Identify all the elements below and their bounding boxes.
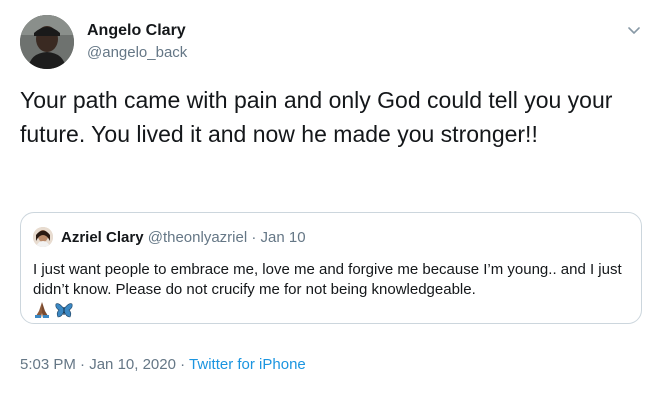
tweet-date[interactable]: Jan 10, 2020 bbox=[89, 356, 176, 373]
praying-hands-icon bbox=[33, 301, 51, 319]
tweet-source-link[interactable]: Twitter for iPhone bbox=[189, 356, 306, 373]
quoted-tweet[interactable]: Azriel Clary @theonlyazriel · Jan 10 I j… bbox=[20, 212, 642, 324]
author-avatar[interactable] bbox=[20, 15, 74, 69]
quoted-author-handle[interactable]: @theonlyazriel bbox=[148, 229, 247, 246]
author-name[interactable]: Angelo Clary bbox=[87, 22, 186, 40]
meta-separator: · bbox=[175, 356, 190, 373]
butterfly-icon bbox=[55, 301, 73, 319]
quoted-author-name[interactable]: Azriel Clary bbox=[61, 229, 144, 246]
quoted-date[interactable]: Jan 10 bbox=[261, 229, 306, 246]
quoted-header: Azriel Clary @theonlyazriel · Jan 10 bbox=[61, 229, 306, 246]
tweet-meta: 5:03 PM · Jan 10, 2020 · Twitter for iPh… bbox=[20, 356, 306, 373]
tweet-card: Angelo Clary @angelo_back Your path came… bbox=[0, 0, 670, 397]
author-handle[interactable]: @angelo_back bbox=[87, 44, 187, 61]
chevron-down-icon[interactable] bbox=[626, 22, 642, 38]
quoted-author-avatar bbox=[33, 227, 53, 247]
quoted-text: I just want people to embrace me, love m… bbox=[33, 261, 622, 298]
tweet-text: Your path came with pain and only God co… bbox=[20, 87, 613, 147]
quoted-separator: · bbox=[247, 229, 261, 246]
tweet-time[interactable]: 5:03 PM bbox=[20, 356, 76, 373]
meta-separator: · bbox=[75, 356, 90, 373]
quoted-emoji-row bbox=[33, 301, 73, 319]
